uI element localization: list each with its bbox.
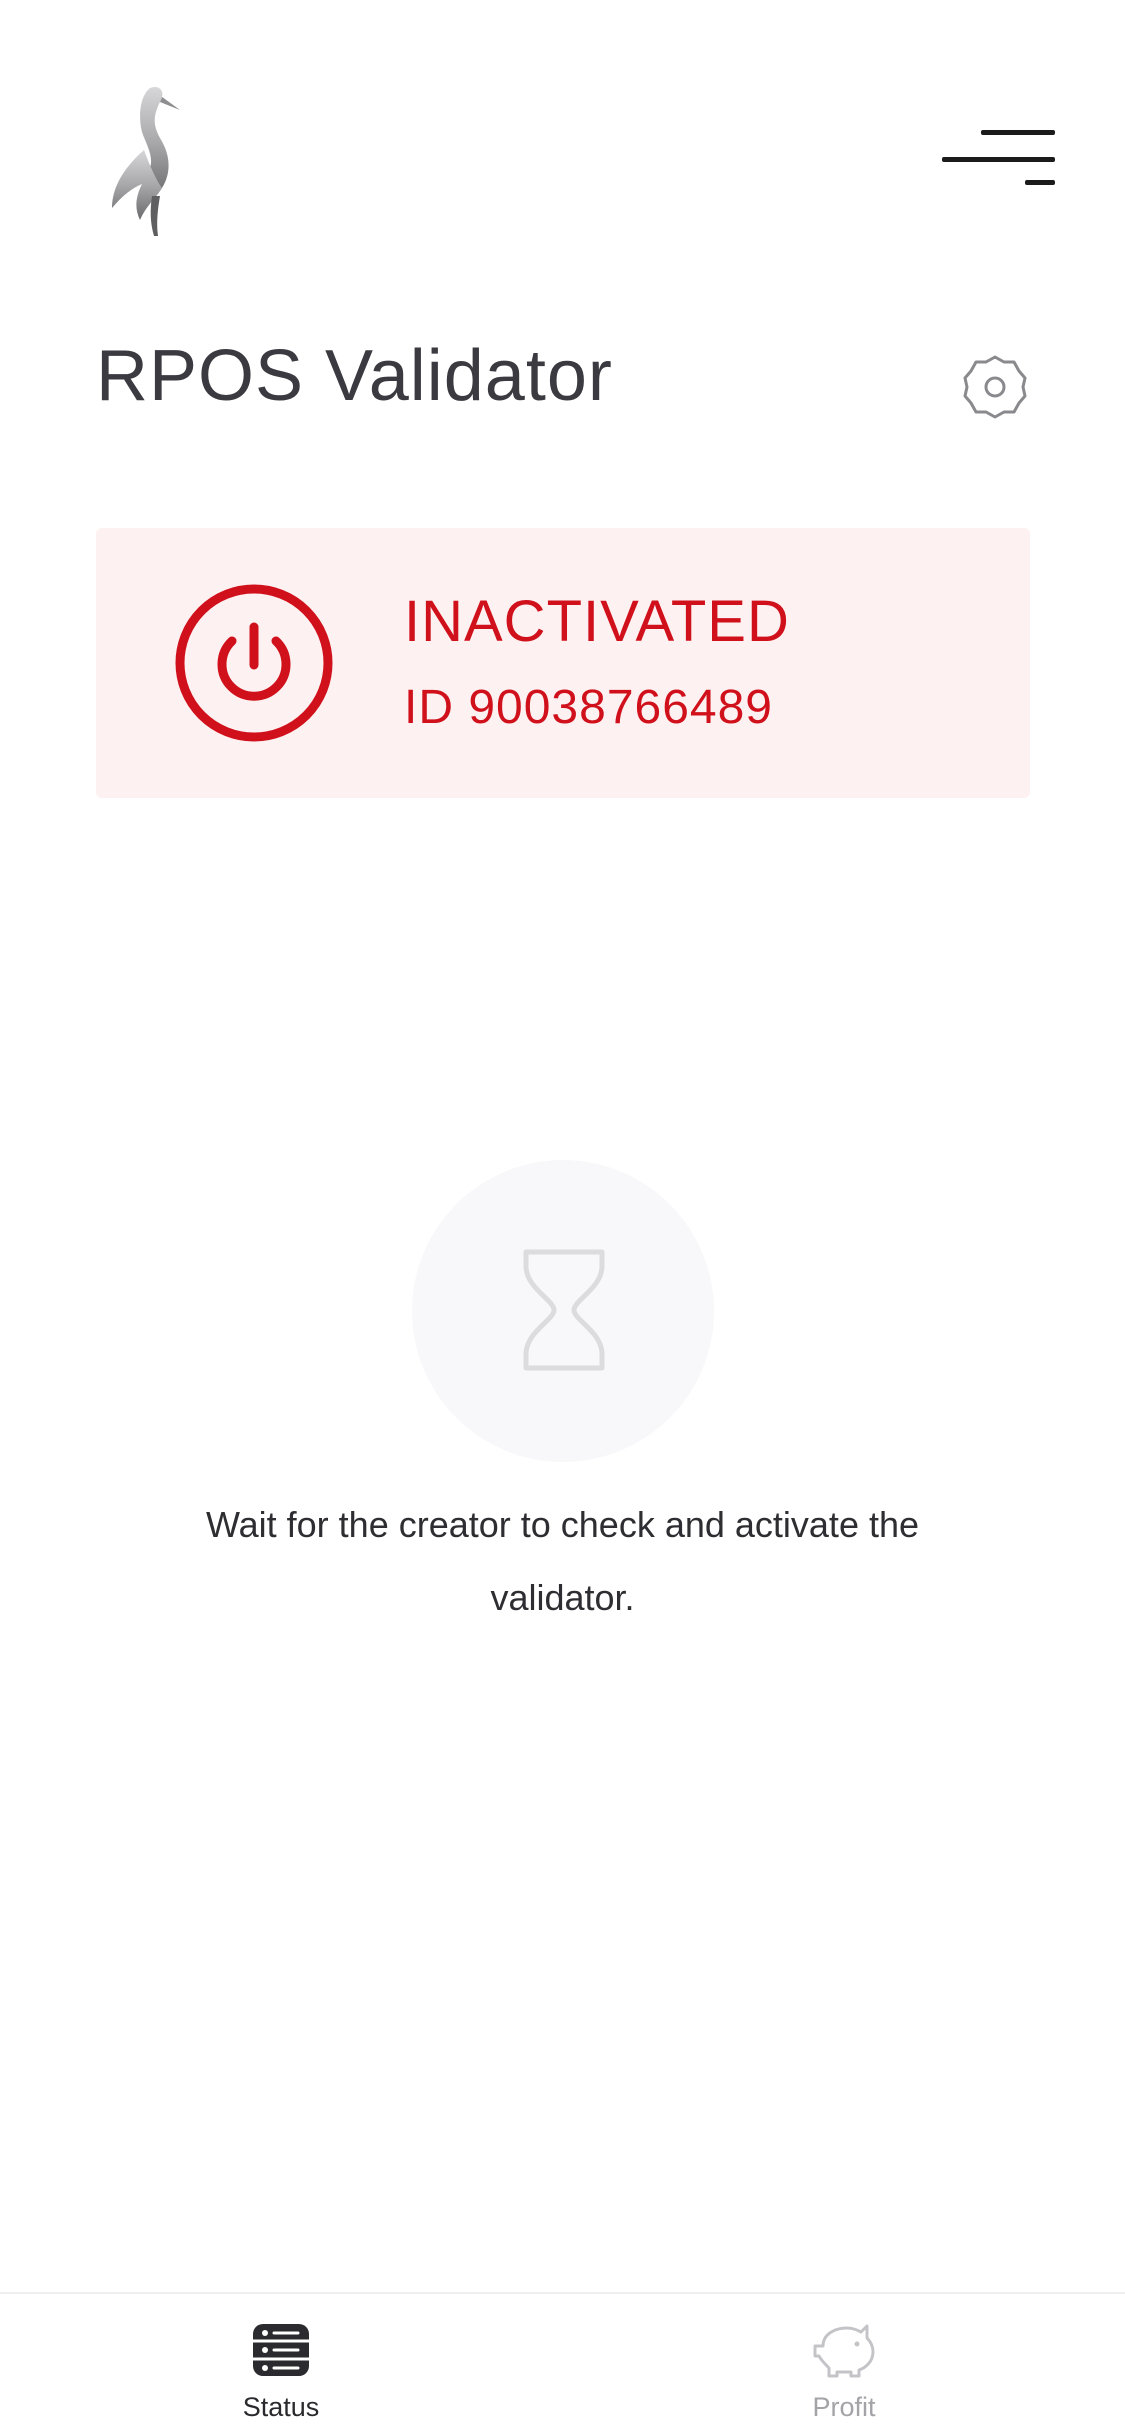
screen: RPOS Validator INACTIVATED ID 9003876648…: [0, 0, 1125, 2436]
piggy-bank-icon: [813, 2322, 875, 2378]
validator-id: ID 90038766489: [404, 681, 773, 734]
bottom-tab-bar: Status Profit: [0, 2292, 1125, 2436]
menu-line-middle: [942, 157, 1055, 162]
tab-profit[interactable]: Profit: [563, 2294, 1125, 2436]
waiting-message: Wait for the creator to check and activa…: [205, 1504, 920, 1618]
status-label: INACTIVATED: [404, 589, 790, 654]
tab-profit-label: Profit: [812, 2392, 876, 2422]
hourglass-icon: [522, 1248, 606, 1372]
power-icon: [174, 583, 334, 743]
tab-status[interactable]: Status: [0, 2294, 562, 2436]
gear-icon[interactable]: [960, 352, 1030, 422]
menu-line-top: [981, 130, 1055, 135]
menu-line-bottom: [1025, 180, 1055, 185]
tab-status-label: Status: [242, 2392, 320, 2422]
validator-status-card: INACTIVATED ID 90038766489: [96, 528, 1030, 798]
page-title: RPOS Validator: [96, 336, 613, 416]
crane-logo-icon: [100, 80, 210, 240]
waiting-indicator: [412, 1160, 714, 1462]
hamburger-menu-icon[interactable]: [940, 130, 1055, 190]
server-list-icon: [250, 2322, 312, 2378]
